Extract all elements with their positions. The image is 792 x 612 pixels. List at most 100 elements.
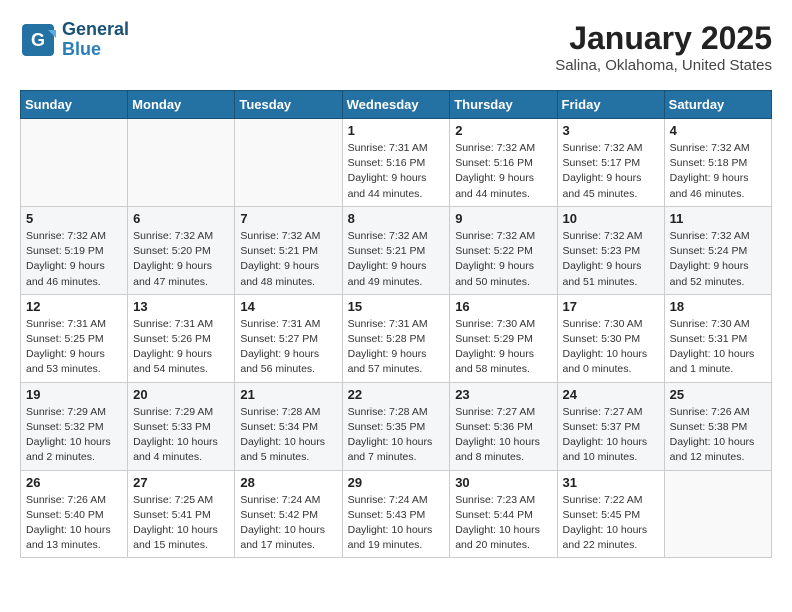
day-info: Sunrise: 7:24 AM Sunset: 5:42 PM Dayligh… [240, 493, 336, 554]
sunset-time: Sunset: 5:20 PM [133, 245, 211, 257]
day-info: Sunrise: 7:26 AM Sunset: 5:38 PM Dayligh… [670, 405, 766, 466]
calendar-cell: 5 Sunrise: 7:32 AM Sunset: 5:19 PM Dayli… [21, 206, 128, 294]
daylight-hours: Daylight: 10 hours and 0 minutes. [563, 348, 648, 375]
calendar-cell: 21 Sunrise: 7:28 AM Sunset: 5:34 PM Dayl… [235, 382, 342, 470]
daylight-hours: Daylight: 10 hours and 19 minutes. [348, 524, 433, 551]
day-info: Sunrise: 7:30 AM Sunset: 5:29 PM Dayligh… [455, 317, 551, 378]
sunrise-time: Sunrise: 7:29 AM [26, 406, 106, 418]
calendar-cell: 18 Sunrise: 7:30 AM Sunset: 5:31 PM Dayl… [664, 294, 771, 382]
sunset-time: Sunset: 5:42 PM [240, 509, 318, 521]
day-info: Sunrise: 7:30 AM Sunset: 5:31 PM Dayligh… [670, 317, 766, 378]
day-number: 21 [240, 387, 336, 402]
week-row-1: 1 Sunrise: 7:31 AM Sunset: 5:16 PM Dayli… [21, 119, 772, 207]
sunset-time: Sunset: 5:16 PM [348, 157, 426, 169]
day-info: Sunrise: 7:28 AM Sunset: 5:34 PM Dayligh… [240, 405, 336, 466]
week-row-4: 19 Sunrise: 7:29 AM Sunset: 5:32 PM Dayl… [21, 382, 772, 470]
col-friday: Friday [557, 91, 664, 119]
sunrise-time: Sunrise: 7:31 AM [133, 318, 213, 330]
sunrise-time: Sunrise: 7:32 AM [26, 230, 106, 242]
daylight-hours: Daylight: 9 hours and 58 minutes. [455, 348, 534, 375]
calendar-cell: 23 Sunrise: 7:27 AM Sunset: 5:36 PM Dayl… [450, 382, 557, 470]
day-number: 2 [455, 123, 551, 138]
day-info: Sunrise: 7:32 AM Sunset: 5:19 PM Dayligh… [26, 229, 122, 290]
sunset-time: Sunset: 5:24 PM [670, 245, 748, 257]
calendar-cell: 19 Sunrise: 7:29 AM Sunset: 5:32 PM Dayl… [21, 382, 128, 470]
sunrise-time: Sunrise: 7:26 AM [26, 494, 106, 506]
sunrise-time: Sunrise: 7:32 AM [670, 230, 750, 242]
svg-text:G: G [31, 30, 45, 50]
day-number: 16 [455, 299, 551, 314]
sunrise-time: Sunrise: 7:32 AM [563, 142, 643, 154]
calendar-cell: 11 Sunrise: 7:32 AM Sunset: 5:24 PM Dayl… [664, 206, 771, 294]
col-saturday: Saturday [664, 91, 771, 119]
sunset-time: Sunset: 5:21 PM [240, 245, 318, 257]
sunset-time: Sunset: 5:32 PM [26, 421, 104, 433]
week-row-3: 12 Sunrise: 7:31 AM Sunset: 5:25 PM Dayl… [21, 294, 772, 382]
sunrise-time: Sunrise: 7:23 AM [455, 494, 535, 506]
sunset-time: Sunset: 5:37 PM [563, 421, 641, 433]
sunset-time: Sunset: 5:18 PM [670, 157, 748, 169]
sunrise-time: Sunrise: 7:32 AM [455, 142, 535, 154]
sunset-time: Sunset: 5:22 PM [455, 245, 533, 257]
daylight-hours: Daylight: 10 hours and 1 minute. [670, 348, 755, 375]
sunrise-time: Sunrise: 7:32 AM [563, 230, 643, 242]
day-number: 4 [670, 123, 766, 138]
day-number: 5 [26, 211, 122, 226]
calendar-cell: 30 Sunrise: 7:23 AM Sunset: 5:44 PM Dayl… [450, 470, 557, 558]
daylight-hours: Daylight: 9 hours and 57 minutes. [348, 348, 427, 375]
calendar-cell: 15 Sunrise: 7:31 AM Sunset: 5:28 PM Dayl… [342, 294, 450, 382]
day-number: 3 [563, 123, 659, 138]
daylight-hours: Daylight: 9 hours and 51 minutes. [563, 260, 642, 287]
daylight-hours: Daylight: 9 hours and 46 minutes. [26, 260, 105, 287]
day-number: 18 [670, 299, 766, 314]
sunset-time: Sunset: 5:16 PM [455, 157, 533, 169]
day-number: 25 [670, 387, 766, 402]
title-block: January 2025 Salina, Oklahoma, United St… [555, 20, 772, 74]
day-info: Sunrise: 7:32 AM Sunset: 5:24 PM Dayligh… [670, 229, 766, 290]
sunset-time: Sunset: 5:33 PM [133, 421, 211, 433]
daylight-hours: Daylight: 10 hours and 2 minutes. [26, 436, 111, 463]
sunrise-time: Sunrise: 7:28 AM [240, 406, 320, 418]
day-number: 10 [563, 211, 659, 226]
calendar-cell: 31 Sunrise: 7:22 AM Sunset: 5:45 PM Dayl… [557, 470, 664, 558]
day-info: Sunrise: 7:32 AM Sunset: 5:23 PM Dayligh… [563, 229, 659, 290]
sunrise-time: Sunrise: 7:32 AM [670, 142, 750, 154]
calendar-cell: 20 Sunrise: 7:29 AM Sunset: 5:33 PM Dayl… [128, 382, 235, 470]
day-info: Sunrise: 7:32 AM Sunset: 5:20 PM Dayligh… [133, 229, 229, 290]
sunrise-time: Sunrise: 7:27 AM [563, 406, 643, 418]
calendar-cell: 7 Sunrise: 7:32 AM Sunset: 5:21 PM Dayli… [235, 206, 342, 294]
calendar-cell: 13 Sunrise: 7:31 AM Sunset: 5:26 PM Dayl… [128, 294, 235, 382]
calendar-cell: 9 Sunrise: 7:32 AM Sunset: 5:22 PM Dayli… [450, 206, 557, 294]
calendar-cell: 3 Sunrise: 7:32 AM Sunset: 5:17 PM Dayli… [557, 119, 664, 207]
daylight-hours: Daylight: 9 hours and 46 minutes. [670, 172, 749, 199]
sunset-time: Sunset: 5:34 PM [240, 421, 318, 433]
daylight-hours: Daylight: 9 hours and 52 minutes. [670, 260, 749, 287]
daylight-hours: Daylight: 9 hours and 56 minutes. [240, 348, 319, 375]
daylight-hours: Daylight: 9 hours and 49 minutes. [348, 260, 427, 287]
calendar-cell: 16 Sunrise: 7:30 AM Sunset: 5:29 PM Dayl… [450, 294, 557, 382]
col-wednesday: Wednesday [342, 91, 450, 119]
col-thursday: Thursday [450, 91, 557, 119]
sunrise-time: Sunrise: 7:31 AM [348, 142, 428, 154]
daylight-hours: Daylight: 10 hours and 17 minutes. [240, 524, 325, 551]
sunset-time: Sunset: 5:30 PM [563, 333, 641, 345]
sunset-time: Sunset: 5:19 PM [26, 245, 104, 257]
sunset-time: Sunset: 5:38 PM [670, 421, 748, 433]
day-info: Sunrise: 7:32 AM Sunset: 5:18 PM Dayligh… [670, 141, 766, 202]
daylight-hours: Daylight: 9 hours and 54 minutes. [133, 348, 212, 375]
calendar-cell [664, 470, 771, 558]
calendar-cell: 29 Sunrise: 7:24 AM Sunset: 5:43 PM Dayl… [342, 470, 450, 558]
day-number: 26 [26, 475, 122, 490]
sunrise-time: Sunrise: 7:31 AM [240, 318, 320, 330]
day-number: 8 [348, 211, 445, 226]
col-sunday: Sunday [21, 91, 128, 119]
sunset-time: Sunset: 5:21 PM [348, 245, 426, 257]
sunset-time: Sunset: 5:17 PM [563, 157, 641, 169]
logo-blue: Blue [62, 40, 129, 60]
day-info: Sunrise: 7:31 AM Sunset: 5:28 PM Dayligh… [348, 317, 445, 378]
sunrise-time: Sunrise: 7:24 AM [240, 494, 320, 506]
sunset-time: Sunset: 5:43 PM [348, 509, 426, 521]
month-title: January 2025 [555, 20, 772, 57]
sunset-time: Sunset: 5:28 PM [348, 333, 426, 345]
day-number: 17 [563, 299, 659, 314]
